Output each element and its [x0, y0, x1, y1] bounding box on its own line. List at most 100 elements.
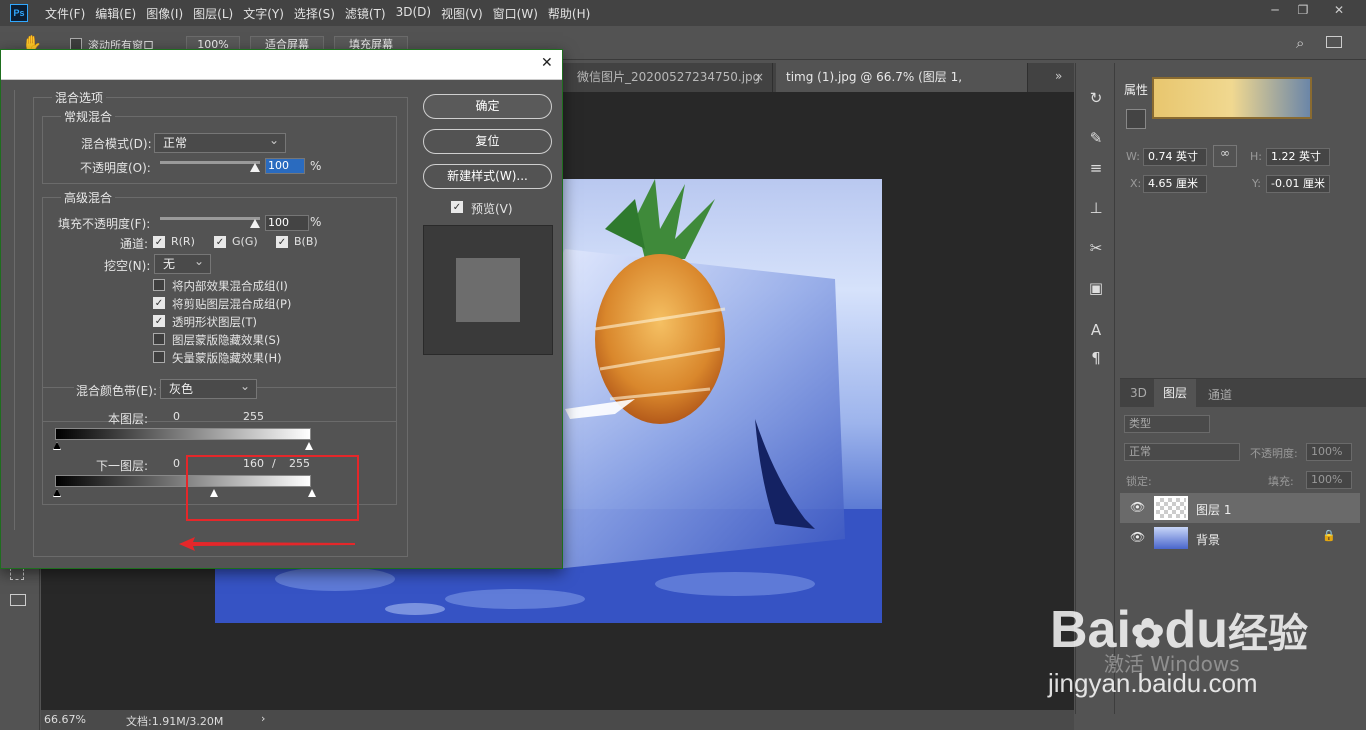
tab-overflow-icon[interactable]: »	[1055, 69, 1062, 83]
lock-label: 锁定:	[1126, 475, 1152, 488]
opacity-label: 不透明度(O):	[80, 161, 151, 175]
menu-type[interactable]: 文字(Y)	[243, 5, 284, 22]
dialog-close-button[interactable]: ✕	[541, 55, 553, 71]
opt2-label: 将剪贴图层混合成组(P)	[172, 297, 292, 311]
this-layer-gradient[interactable]	[55, 428, 311, 440]
ok-button[interactable]: 确定	[423, 94, 552, 119]
link-icon[interactable]: ∞	[1213, 145, 1237, 167]
this-layer-min: 0	[173, 410, 180, 423]
preview-checkbox[interactable]: ✓	[451, 201, 463, 213]
paragraph-icon[interactable]: ¶	[1086, 349, 1106, 367]
close-window-button[interactable]: ✕	[1330, 3, 1348, 19]
brush-icon[interactable]: ✎	[1086, 129, 1106, 147]
channel-g-checkbox[interactable]: ✓	[214, 236, 226, 248]
filter-kind-select[interactable]: 类型	[1124, 415, 1210, 433]
quick-mask-icon[interactable]	[10, 568, 24, 580]
this-layer-max: 255	[243, 410, 264, 423]
menu-image[interactable]: 图像(I)	[146, 5, 183, 22]
opt2-checkbox[interactable]: ✓	[153, 297, 165, 309]
dialog-titlebar: ✕	[1, 50, 562, 80]
opt3-checkbox[interactable]: ✓	[153, 315, 165, 327]
status-bar: 66.67% 文档:1.91M/3.20M ›	[41, 710, 1074, 730]
history-icon[interactable]: ↻	[1086, 89, 1106, 107]
blend-if-dropdown[interactable]: 灰色	[160, 377, 257, 399]
swatches-icon[interactable]: ▣	[1086, 279, 1106, 297]
opt5-checkbox[interactable]	[153, 351, 165, 363]
menu-filter[interactable]: 滤镜(T)	[345, 5, 386, 22]
x-field[interactable]: 4.65 厘米	[1143, 175, 1207, 193]
baidu-url: jingyan.baidu.com	[1048, 668, 1258, 698]
height-field[interactable]: 1.22 英寸	[1266, 148, 1330, 166]
opacity-slider-thumb[interactable]	[250, 163, 260, 172]
baidu-logo: Bai✿du经验	[1050, 600, 1308, 660]
menu-3d[interactable]: 3D(D)	[396, 5, 431, 22]
general-blending-title: 常规混合	[61, 108, 116, 125]
tab-3d[interactable]: 3D	[1130, 386, 1147, 400]
menu-help[interactable]: 帮助(H)	[548, 5, 590, 22]
layer-row-background[interactable]: 👁 背景 🔒	[1120, 523, 1360, 553]
opt4-checkbox[interactable]	[153, 333, 165, 345]
channel-r-checkbox[interactable]: ✓	[153, 236, 165, 248]
eye-icon[interactable]: 👁	[1130, 500, 1145, 514]
y-label: Y:	[1252, 177, 1261, 190]
lock-icon: 🔒	[1322, 529, 1336, 542]
knockout-label: 挖空(N):	[104, 259, 151, 273]
eye-icon[interactable]: 👁	[1130, 530, 1145, 544]
menu-bar: Ps 文件(F) 编辑(E) 图像(I) 图层(L) 文字(Y) 选择(S) 滤…	[0, 0, 1366, 26]
layer-row-layer1[interactable]: 👁 图层 1	[1120, 493, 1360, 523]
fill-opacity-input[interactable]: 100	[265, 215, 309, 231]
channel-b-checkbox[interactable]: ✓	[276, 236, 288, 248]
fill-opacity-slider-thumb[interactable]	[250, 219, 260, 228]
opt1-checkbox[interactable]	[153, 279, 165, 291]
new-style-button[interactable]: 新建样式(W)...	[423, 164, 552, 189]
workspace-icon[interactable]	[1326, 36, 1342, 48]
annotation-arrow	[179, 537, 355, 551]
baidu-jingyan: 经验	[1227, 612, 1308, 656]
width-field[interactable]: 0.74 英寸	[1143, 148, 1207, 166]
minimize-button[interactable]: ─	[1266, 3, 1284, 19]
fill-opacity-label: 填充不透明度(F):	[58, 217, 151, 231]
properties-title: 属性	[1124, 83, 1149, 97]
opacity-input[interactable]: 100	[265, 158, 305, 174]
opacity-label: 不透明度:	[1250, 447, 1298, 460]
tab-wechat-image[interactable]: 微信图片_20200527234750.jpg ×	[567, 63, 773, 92]
status-zoom[interactable]: 66.67%	[44, 713, 86, 726]
tab-layers[interactable]: 图层	[1154, 379, 1196, 407]
advanced-blending-title: 高级混合	[61, 189, 116, 206]
adjust-icon[interactable]: ≡	[1086, 159, 1106, 177]
fill-field[interactable]: 100%	[1306, 471, 1352, 489]
menu-file[interactable]: 文件(F)	[45, 5, 85, 22]
clone-source-icon[interactable]: ⊥	[1086, 199, 1106, 217]
y-field[interactable]: -0.01 厘米	[1266, 175, 1330, 193]
opacity-slider[interactable]	[160, 161, 260, 164]
status-arrow-icon[interactable]: ›	[261, 712, 265, 725]
knockout-dropdown[interactable]: 无	[154, 252, 211, 274]
menu-layer[interactable]: 图层(L)	[193, 5, 233, 22]
menu-view[interactable]: 视图(V)	[441, 5, 483, 22]
restore-button[interactable]: ❐	[1294, 3, 1312, 19]
menu-edit[interactable]: 编辑(E)	[95, 5, 136, 22]
blend-mode-select[interactable]: 正常	[1124, 443, 1240, 461]
blend-mode-dropdown[interactable]: 正常	[154, 131, 286, 153]
opt1-label: 将内部效果混合成组(I)	[172, 279, 288, 293]
search-icon[interactable]: ⌕	[1296, 34, 1304, 52]
properties-panel: 属性 W: 0.74 英寸 ∞ H: 1.22 英寸 X: 4.65 厘米 Y:…	[1116, 73, 1366, 373]
menu-select[interactable]: 选择(S)	[294, 5, 335, 22]
reset-button[interactable]: 复位	[423, 129, 552, 154]
tab-channels[interactable]: 通道	[1208, 386, 1232, 403]
underlying-layer-label: 下一图层:	[96, 459, 149, 473]
tab-timg[interactable]: timg (1).jpg @ 66.7% (图层 1, RGB/8#) * ×	[776, 63, 1028, 113]
opacity-field[interactable]: 100%	[1306, 443, 1352, 461]
tab-close-icon[interactable]: ×	[754, 63, 764, 92]
fill-opacity-slider[interactable]	[160, 217, 260, 220]
character-icon[interactable]: A	[1086, 321, 1106, 339]
style-preview-box	[423, 225, 553, 355]
percent-sign: %	[310, 159, 322, 173]
menu-window[interactable]: 窗口(W)	[493, 5, 538, 22]
opt5-label: 矢量蒙版隐藏效果(H)	[172, 351, 282, 365]
w-label: W:	[1126, 150, 1140, 163]
screen-mode-icon[interactable]	[10, 594, 26, 606]
paw-icon: ✿	[1130, 612, 1165, 656]
tool-presets-icon[interactable]: ✂	[1086, 239, 1106, 257]
layer-name: 背景	[1196, 533, 1221, 547]
